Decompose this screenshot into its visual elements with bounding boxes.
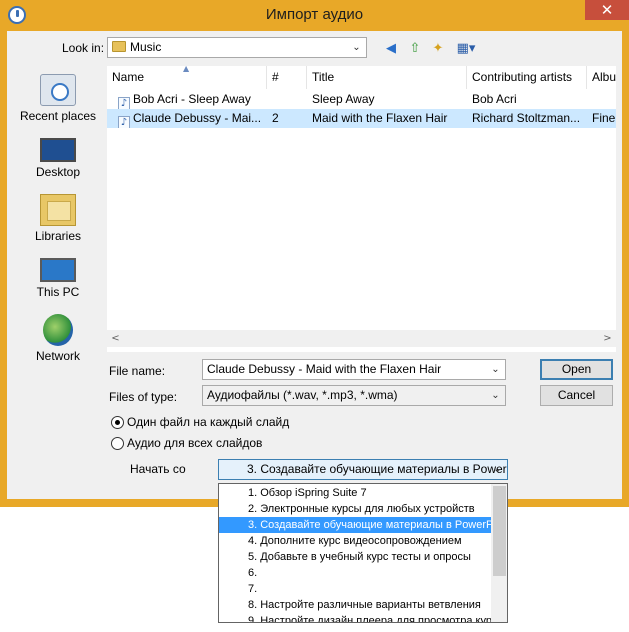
chevron-down-icon: ⌄ <box>491 364 500 375</box>
cell-album: Fine <box>592 111 616 125</box>
scroll-left-icon[interactable]: < <box>107 330 124 347</box>
network-icon <box>43 314 73 346</box>
dropdown-option[interactable]: 5. Добавьте в учебный курс тесты и опрос… <box>219 549 491 565</box>
files-of-type-label: Files of type: <box>109 390 178 404</box>
scroll-right-icon[interactable]: > <box>599 330 616 347</box>
import-audio-dialog: Импорт аудио ✕ Look in: Music ⌄ ◀ ⇧ ✦ ▦▾… <box>0 0 629 507</box>
dialog-client-area: Look in: Music ⌄ ◀ ⇧ ✦ ▦▾ Recent places … <box>7 31 622 499</box>
cell-name: ♪ Claude Debussy - Mai... <box>113 109 267 128</box>
place-recent-places[interactable]: Recent places <box>10 74 106 123</box>
close-button[interactable]: ✕ <box>585 0 629 20</box>
desktop-icon <box>40 138 76 162</box>
back-icon[interactable]: ◀ <box>381 39 401 59</box>
audio-file-icon: ♪ <box>118 116 130 128</box>
recent-places-icon <box>40 74 76 106</box>
radio-one-per-slide-label[interactable]: Один файл на каждый слайд <box>127 415 289 429</box>
new-folder-icon[interactable]: ✦ <box>428 39 448 59</box>
cell-artist: Richard Stoltzman... <box>472 111 581 125</box>
look-in-value: Music <box>130 40 162 54</box>
sort-ascending-icon: ▲ <box>183 64 190 73</box>
file-name-text: Bob Acri - Sleep Away <box>133 92 251 106</box>
this-pc-icon <box>40 258 76 282</box>
files-of-type-select[interactable]: Аудиофайлы (*.wav, *.mp3, *.wma) ⌄ <box>202 385 506 406</box>
cell-title: Sleep Away <box>312 92 375 106</box>
view-menu-icon[interactable]: ▦▾ <box>453 39 479 59</box>
places-bar: Recent places Desktop Libraries This PC … <box>10 66 106 376</box>
cancel-button[interactable]: Cancel <box>540 385 613 406</box>
cell-number: 2 <box>272 111 279 125</box>
place-libraries[interactable]: Libraries <box>10 194 106 243</box>
table-row[interactable]: ♪ Bob Acri - Sleep Away Sleep Away Bob Ac… <box>107 90 616 109</box>
dropdown-option[interactable]: 2. Электронные курсы для любых устройств <box>219 501 491 517</box>
start-from-value: 3. Создавайте обучающие материалы в Powe… <box>247 462 508 476</box>
scroll-thumb[interactable] <box>493 486 506 576</box>
files-of-type-value: Аудиофайлы (*.wav, *.mp3, *.wma) <box>207 388 398 402</box>
file-name-value: Claude Debussy - Maid with the Flaxen Ha… <box>207 362 442 376</box>
radio-all-slides[interactable] <box>111 437 124 450</box>
file-name-label: File name: <box>109 364 166 378</box>
column-header-artists[interactable]: Contributing artists <box>467 66 587 89</box>
place-label: Libraries <box>34 229 82 243</box>
start-from-dropdown-list[interactable]: 1. Обзор iSpring Suite 7 2. Электронные … <box>218 483 508 623</box>
start-from-label: Начать со <box>130 462 186 476</box>
column-header-number[interactable]: # <box>267 66 307 89</box>
dropdown-option[interactable]: 1. Обзор iSpring Suite 7 <box>219 485 491 501</box>
title-bar: Импорт аудио ✕ <box>0 0 629 31</box>
place-label: Recent places <box>19 109 97 123</box>
radio-one-per-slide[interactable] <box>111 416 124 429</box>
dropdown-option[interactable]: 8. Настройте различные варианты ветвлени… <box>219 597 491 613</box>
start-from-select[interactable]: 3. Создавайте обучающие материалы в Powe… <box>218 459 508 480</box>
look-in-combo[interactable]: Music ⌄ <box>107 37 367 58</box>
place-this-pc[interactable]: This PC <box>10 254 106 299</box>
cell-name: ♪ Bob Acri - Sleep Away <box>113 90 267 109</box>
place-label: Network <box>35 349 80 363</box>
chevron-down-icon: ⌄ <box>491 390 500 401</box>
dropdown-option[interactable]: 4. Дополните курс видеосопровождением <box>219 533 491 549</box>
file-name-input[interactable]: Claude Debussy - Maid with the Flaxen Ha… <box>202 359 506 380</box>
horizontal-scrollbar[interactable]: < > <box>107 330 616 347</box>
file-name-text: Claude Debussy - Mai... <box>133 111 262 125</box>
dropdown-option[interactable]: 9. Настройте дизайн плеера для просмотра… <box>219 613 491 622</box>
column-header-album[interactable]: Albu <box>587 66 616 89</box>
up-folder-icon[interactable]: ⇧ <box>405 39 425 59</box>
window-title: Импорт аудио <box>265 6 364 23</box>
place-desktop[interactable]: Desktop <box>10 134 106 179</box>
radio-all-slides-label[interactable]: Аудио для всех слайдов <box>127 436 262 450</box>
place-label: Desktop <box>35 165 81 179</box>
cell-album <box>587 90 616 109</box>
place-label: This PC <box>36 285 80 299</box>
chevron-down-icon: ⌄ <box>352 42 361 53</box>
place-network[interactable]: Network <box>10 314 106 363</box>
cell-title: Maid with the Flaxen Hair <box>312 111 448 125</box>
look-in-label: Look in: <box>62 41 105 55</box>
dropdown-scrollbar[interactable] <box>491 484 507 622</box>
dropdown-option[interactable]: 6. <box>219 565 491 581</box>
audio-file-icon: ♪ <box>118 97 130 109</box>
dropdown-option[interactable]: 7. <box>219 581 491 597</box>
chevron-down-icon: ⌄ <box>493 464 502 475</box>
cell-number <box>267 90 307 109</box>
column-header-title[interactable]: Title <box>307 66 467 89</box>
libraries-icon <box>40 194 76 226</box>
open-button[interactable]: Open <box>540 359 613 380</box>
music-folder-icon <box>112 41 126 52</box>
cell-artist: Bob Acri <box>472 92 517 106</box>
table-row[interactable]: ♪ Claude Debussy - Mai... 2 Maid with the… <box>107 109 616 128</box>
file-list[interactable]: Name ▲ # Title Contributing artists Albu… <box>107 64 616 352</box>
dropdown-option-selected[interactable]: 3. Создавайте обучающие материалы в Powe… <box>219 517 491 533</box>
